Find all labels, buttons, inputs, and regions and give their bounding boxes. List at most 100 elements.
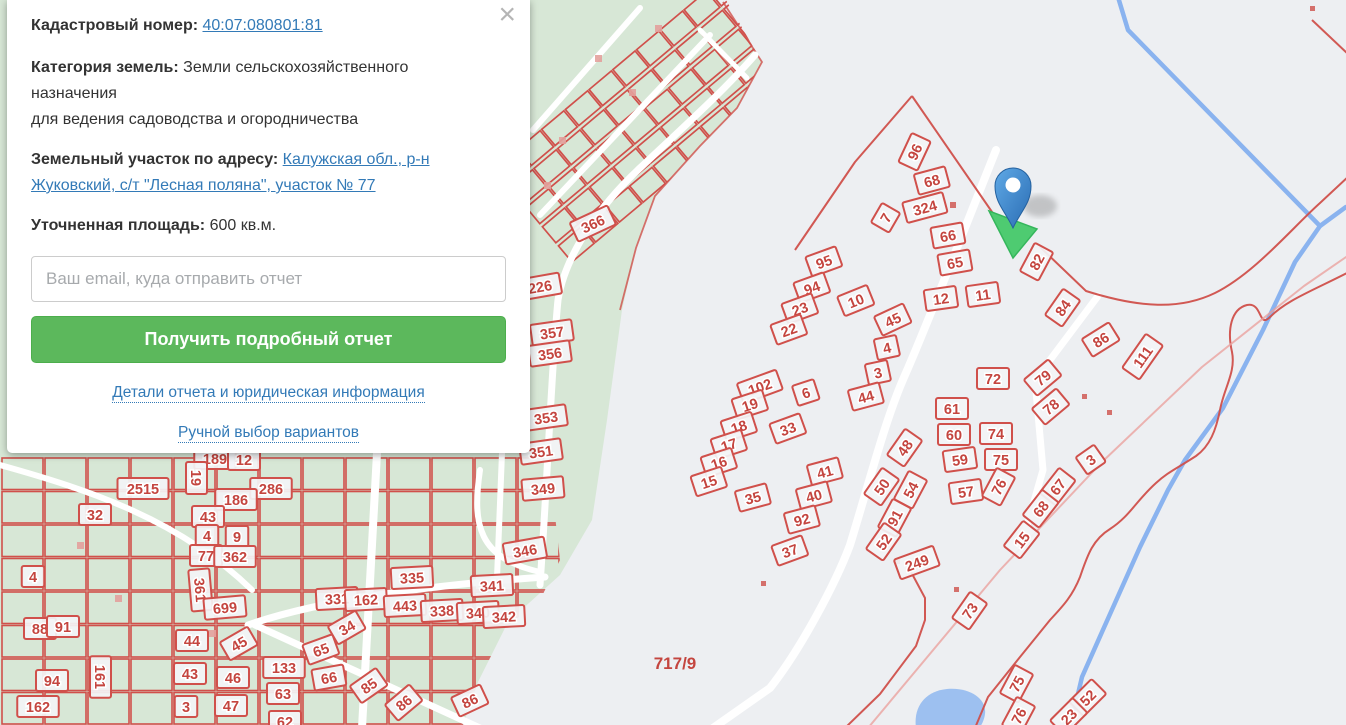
svg-text:717/9: 717/9 [654, 654, 697, 673]
svg-text:4: 4 [203, 529, 211, 545]
svg-text:12: 12 [932, 291, 950, 309]
parcel-label[interactable]: 3 [864, 359, 892, 386]
parcel-label[interactable]: 32 [78, 503, 112, 526]
svg-text:74: 74 [988, 427, 1004, 443]
parcel-label[interactable]: 699 [202, 594, 248, 621]
parcel-label[interactable]: 19 [185, 461, 208, 495]
svg-text:43: 43 [200, 510, 216, 526]
svg-text:91: 91 [55, 620, 71, 636]
parcel-label[interactable]: 12 [922, 285, 959, 312]
parcel-label[interactable]: 46 [216, 666, 250, 689]
parcel-label[interactable]: 4 [873, 334, 901, 361]
land-category-label: Категория земель: [31, 59, 179, 76]
parcel-label[interactable]: 62 [268, 710, 302, 725]
parcel-label[interactable]: 66 [310, 663, 348, 692]
parcel-label[interactable]: 59 [941, 446, 978, 473]
svg-text:162: 162 [354, 592, 379, 609]
parcel-label[interactable]: 44 [175, 629, 209, 652]
area-row: Уточненная площадь: 600 кв.м. [31, 213, 506, 239]
cadastral-number-link[interactable]: 40:07:080801:81 [203, 17, 323, 34]
land-category-row: Категория земель: Земли сельскохозяйстве… [31, 55, 471, 133]
svg-text:32: 32 [87, 508, 103, 524]
svg-text:57: 57 [957, 484, 975, 502]
svg-text:12: 12 [236, 453, 252, 469]
parcel-label[interactable]: 341 [469, 573, 515, 598]
svg-text:443: 443 [393, 598, 418, 615]
email-input[interactable] [31, 256, 506, 302]
area-value: 600 кв.м. [209, 217, 277, 234]
parcel-label[interactable]: 66 [929, 221, 967, 250]
svg-text:43: 43 [182, 667, 198, 683]
parcel-label[interactable]: 94 [35, 669, 69, 692]
report-details-link[interactable]: Детали отчета и юридическая информация [112, 384, 425, 403]
svg-text:44: 44 [184, 634, 200, 650]
svg-text:699: 699 [212, 600, 238, 618]
svg-text:342: 342 [492, 609, 517, 626]
address-row: Земельный участок по адресу: Калужская о… [31, 147, 476, 199]
parcel-label[interactable]: 342 [481, 604, 527, 629]
manual-selection-link[interactable]: Ручной выбор вариантов [177, 424, 360, 443]
parcel-info-panel: × Кадастровый номер: 40:07:080801:81 Кат… [7, 0, 530, 453]
svg-text:75: 75 [993, 453, 1009, 469]
parcel-label[interactable]: 4 [20, 565, 46, 588]
map-pin-dot [1005, 177, 1021, 193]
cadastral-number-label: Кадастровый номер: [31, 17, 199, 34]
svg-text:63: 63 [275, 687, 291, 703]
close-icon[interactable]: × [498, 0, 516, 30]
svg-text:72: 72 [985, 372, 1001, 388]
parcel-label[interactable]: 4 [194, 524, 220, 547]
parcel-label[interactable]: 65 [936, 248, 974, 277]
parcel-label[interactable]: 161 [89, 655, 112, 699]
parcel-label[interactable]: 43 [191, 505, 225, 528]
svg-text:94: 94 [44, 674, 60, 690]
parcel-label[interactable]: 74 [979, 422, 1013, 445]
svg-text:62: 62 [277, 715, 293, 725]
svg-text:77: 77 [198, 549, 214, 565]
svg-text:2515: 2515 [127, 482, 159, 498]
svg-text:9: 9 [233, 530, 241, 546]
parcel-label[interactable]: 60 [937, 423, 971, 446]
svg-text:3: 3 [182, 700, 190, 716]
parcel-label[interactable]: 43 [173, 662, 207, 685]
svg-text:133: 133 [272, 661, 296, 677]
svg-text:66: 66 [320, 670, 339, 689]
svg-text:60: 60 [946, 428, 962, 444]
parcel-label[interactable]: 717/9 [654, 654, 697, 673]
parcel-label[interactable]: 362 [213, 545, 257, 568]
cadastral-number-row: Кадастровый номер: 40:07:080801:81 [31, 13, 506, 39]
parcel-label[interactable]: 61 [935, 397, 969, 420]
svg-text:335: 335 [400, 570, 425, 587]
parcel-label[interactable]: 11 [964, 281, 1001, 308]
svg-text:19: 19 [187, 470, 203, 486]
svg-text:162: 162 [26, 700, 50, 716]
svg-text:338: 338 [430, 603, 455, 620]
svg-text:59: 59 [951, 452, 969, 470]
svg-text:66: 66 [939, 228, 958, 247]
parcel-label[interactable]: 443 [382, 593, 428, 618]
parcel-label[interactable]: 75 [984, 448, 1018, 471]
svg-text:349: 349 [530, 481, 556, 499]
svg-text:88: 88 [32, 622, 48, 638]
parcel-label[interactable]: 72 [976, 367, 1010, 390]
parcel-label[interactable]: 356 [527, 339, 573, 368]
svg-text:61: 61 [944, 402, 960, 418]
parcel-label[interactable]: 63 [266, 682, 300, 705]
parcel-label[interactable]: 335 [389, 565, 435, 590]
parcel-label[interactable]: 57 [947, 478, 984, 505]
svg-text:341: 341 [480, 578, 505, 595]
parcel-label[interactable]: 91 [46, 615, 80, 638]
svg-text:161: 161 [91, 665, 107, 689]
address-label: Земельный участок по адресу: [31, 151, 279, 168]
svg-text:286: 286 [259, 482, 283, 498]
parcel-label[interactable]: 2515 [116, 477, 170, 500]
parcel-label[interactable]: 3 [173, 695, 199, 718]
parcel-label[interactable]: 349 [520, 475, 566, 502]
parcel-label[interactable]: 162 [16, 695, 60, 718]
parcel-label[interactable]: 47 [214, 694, 248, 717]
svg-text:47: 47 [223, 699, 239, 715]
parcel-label[interactable]: 353 [523, 403, 569, 432]
parcel-label[interactable]: 133 [262, 656, 306, 679]
parcel-label[interactable]: 162 [343, 587, 389, 612]
get-report-button[interactable]: Получить подробный отчет [31, 316, 506, 363]
parcel-label[interactable]: 9 [224, 525, 250, 548]
